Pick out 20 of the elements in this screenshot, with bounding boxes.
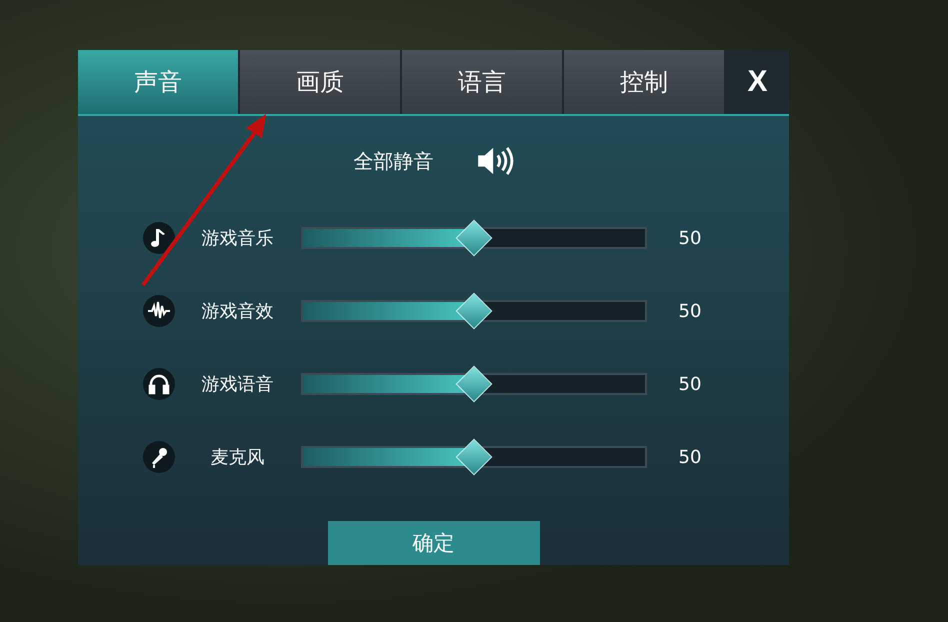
speaker-icon[interactable] (476, 146, 514, 176)
confirm-button[interactable]: 确定 (328, 521, 540, 565)
tab[interactable]: 语言 (402, 50, 564, 114)
tab[interactable]: 画质 (240, 50, 402, 114)
tab[interactable]: 控制 (564, 50, 726, 114)
volume-value: 50 (678, 300, 702, 322)
tab[interactable]: 声音 (78, 50, 240, 114)
volume-value: 50 (678, 446, 702, 468)
music-note-icon (142, 222, 174, 254)
volume-value: 50 (678, 374, 702, 394)
volume-value: 50 (678, 228, 702, 248)
microphone-icon (142, 441, 174, 473)
waveform-icon (142, 295, 174, 327)
channel-label: 游戏音乐 (200, 227, 274, 250)
close-button[interactable]: X (726, 50, 789, 114)
mute-all-label: 全部静音 (354, 148, 434, 174)
headphones-icon (142, 368, 174, 400)
channel-label: 游戏音效 (200, 300, 274, 323)
channel-label: 游戏语音 (200, 373, 274, 396)
channel-label: 麦克风 (210, 446, 266, 469)
